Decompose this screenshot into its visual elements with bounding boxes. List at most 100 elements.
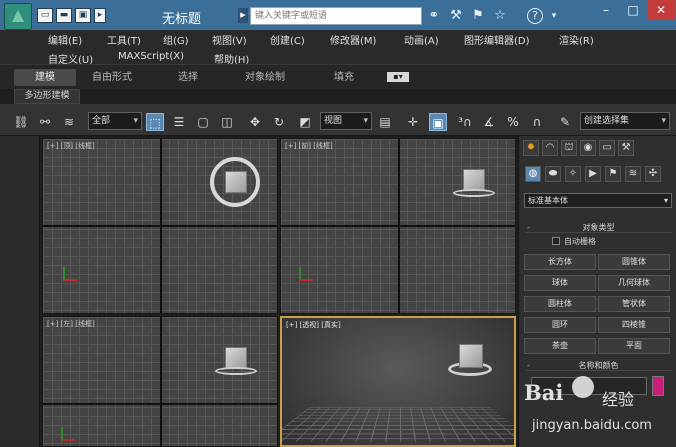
- collapse-icon[interactable]: -: [527, 222, 530, 233]
- geosphere-button[interactable]: 几何球体: [598, 275, 670, 291]
- object-type-rollout[interactable]: - 对象类型: [525, 222, 672, 233]
- menu-group[interactable]: 组(G): [163, 32, 189, 47]
- scale-icon[interactable]: ◩: [296, 113, 314, 131]
- modify-panel-icon[interactable]: ◠: [542, 140, 558, 156]
- bind-space-warp-icon[interactable]: ≋: [60, 113, 78, 131]
- select-by-name-icon[interactable]: ☰: [170, 113, 188, 131]
- wrench-icon[interactable]: ⚒: [447, 8, 465, 24]
- teapot-button[interactable]: 茶壶: [524, 338, 596, 354]
- application-logo-button[interactable]: [4, 3, 32, 30]
- cameras-icon[interactable]: ▶: [585, 166, 601, 182]
- pyramid-button[interactable]: 四棱锥: [598, 317, 670, 333]
- left-side-panel: [0, 136, 40, 447]
- pivot-center-icon[interactable]: ▤: [376, 113, 394, 131]
- tab-object-paint[interactable]: 对象绘制: [245, 69, 285, 86]
- viewport-left-label[interactable]: [+] [左] [线框]: [47, 319, 95, 329]
- snap-toggle-icon[interactable]: ³∩: [456, 113, 474, 131]
- menu-create[interactable]: 创建(C): [270, 32, 305, 47]
- flag-icon[interactable]: ⚑: [469, 8, 487, 24]
- save-file-icon[interactable]: ▣: [75, 8, 91, 23]
- angle-snap-icon[interactable]: ∡: [480, 113, 498, 131]
- close-button[interactable]: ✕: [647, 0, 675, 20]
- tab-modeling[interactable]: 建模: [14, 69, 76, 86]
- rectangular-selection-icon[interactable]: ▢: [194, 113, 212, 131]
- collapse-icon[interactable]: -: [527, 360, 530, 371]
- search-input[interactable]: [250, 7, 422, 25]
- viewport-front-label[interactable]: [+] [前] [线框]: [285, 141, 333, 151]
- percent-snap-icon[interactable]: %: [504, 113, 522, 131]
- autogrid-checkbox[interactable]: 自动栅格: [552, 236, 596, 247]
- motion-panel-icon[interactable]: ◉: [580, 140, 596, 156]
- spinner-snap-icon[interactable]: ∩: [528, 113, 546, 131]
- cylinder-button[interactable]: 圆柱体: [524, 296, 596, 312]
- help-icon[interactable]: ?: [527, 8, 543, 24]
- shapes-icon[interactable]: ⬬: [545, 166, 561, 182]
- sphere-button[interactable]: 球体: [524, 275, 596, 291]
- space-warps-icon[interactable]: ≋: [625, 166, 641, 182]
- tab-freeform[interactable]: 自由形式: [92, 69, 132, 86]
- tab-populate[interactable]: 填充: [334, 69, 354, 86]
- binoculars-icon[interactable]: ⚭: [425, 8, 443, 24]
- edit-named-selection-icon[interactable]: ✎: [556, 113, 574, 131]
- ribbon-options-icon[interactable]: ▪▾: [387, 72, 409, 82]
- viewport-front[interactable]: [+] [前] [线框]: [280, 138, 516, 314]
- scene-box-object[interactable]: [225, 171, 247, 193]
- keyboard-shortcut-override-icon[interactable]: ▣: [429, 113, 447, 131]
- viewport-perspective[interactable]: [+] [透视] [真实]: [280, 316, 516, 447]
- select-manipulate-icon[interactable]: ✛: [404, 113, 422, 131]
- unlink-icon[interactable]: ⚯: [36, 113, 54, 131]
- cone-button[interactable]: 圆锥体: [598, 254, 670, 270]
- menu-rendering[interactable]: 渲染(R): [559, 32, 594, 47]
- hierarchy-panel-icon[interactable]: ⛫: [561, 140, 577, 156]
- maximize-button[interactable]: □: [619, 0, 647, 20]
- new-file-icon[interactable]: ▭: [37, 8, 53, 23]
- checkbox-icon[interactable]: [552, 237, 560, 245]
- menu-views[interactable]: 视图(V): [212, 32, 247, 47]
- named-selection-dropdown[interactable]: 创建选择集 ▾: [580, 112, 670, 130]
- main-toolbar: ⛓ ⚯ ≋ 全部 ▾ ⬚ ☰ ▢ ◫ ✥ ↻ ◩ 视图 ▾ ▤ ✛ ▣ ³∩ ∡…: [0, 109, 676, 136]
- tab-selection[interactable]: 选择: [178, 69, 198, 86]
- menu-tools[interactable]: 工具(T): [107, 32, 141, 47]
- selected-object-ring: [215, 367, 257, 375]
- systems-icon[interactable]: ✣: [645, 166, 661, 182]
- display-panel-icon[interactable]: ▭: [599, 140, 615, 156]
- window-crossing-icon[interactable]: ◫: [218, 113, 236, 131]
- viewport-left[interactable]: [+] [左] [线框]: [42, 316, 278, 447]
- help-dropdown-icon[interactable]: ▾: [545, 8, 563, 24]
- menu-edit[interactable]: 编辑(E): [48, 32, 82, 47]
- favorites-star-icon[interactable]: ☆: [491, 8, 509, 24]
- move-icon[interactable]: ✥: [246, 113, 264, 131]
- viewport-top[interactable]: [+] [顶] [线框]: [42, 138, 278, 314]
- plane-button[interactable]: 平面: [598, 338, 670, 354]
- tube-button[interactable]: 管状体: [598, 296, 670, 312]
- search-expand-icon[interactable]: ▶: [238, 8, 248, 23]
- menu-maxscript[interactable]: MAXScript(X): [118, 51, 184, 62]
- menu-graph-editors[interactable]: 图形编辑器(D): [464, 32, 530, 47]
- name-and-color-rollout[interactable]: - 名称和颜色: [525, 360, 672, 371]
- minimize-button[interactable]: –: [592, 0, 620, 20]
- object-category-dropdown[interactable]: 标准基本体 ▾: [524, 193, 672, 208]
- box-button[interactable]: 长方体: [524, 254, 596, 270]
- quick-access-more-icon[interactable]: ▸: [94, 8, 106, 23]
- menu-modifiers[interactable]: 修改器(M): [330, 32, 376, 47]
- viewport-top-label[interactable]: [+] [顶] [线框]: [47, 141, 95, 151]
- scene-box-object[interactable]: [225, 347, 247, 369]
- create-panel-icon[interactable]: ✹: [523, 140, 539, 156]
- scene-box-object[interactable]: [459, 344, 483, 368]
- scene-box-object[interactable]: [463, 169, 485, 191]
- selection-filter-dropdown[interactable]: 全部 ▾: [88, 112, 142, 130]
- link-icon[interactable]: ⛓: [12, 113, 30, 131]
- lights-icon[interactable]: ✧: [565, 166, 581, 182]
- geometry-icon[interactable]: ◍: [525, 166, 541, 182]
- rotate-icon[interactable]: ↻: [270, 113, 288, 131]
- subtab-polygon-modeling[interactable]: 多边形建模: [14, 89, 80, 104]
- reference-coordinate-dropdown[interactable]: 视图 ▾: [320, 112, 372, 130]
- selection-filter-value: 全部: [92, 116, 111, 126]
- torus-button[interactable]: 圆环: [524, 317, 596, 333]
- open-file-icon[interactable]: ▬: [56, 8, 72, 23]
- utilities-panel-icon[interactable]: ⚒: [618, 140, 634, 156]
- viewport-perspective-label[interactable]: [+] [透视] [真实]: [286, 320, 341, 330]
- helpers-icon[interactable]: ⚑: [605, 166, 621, 182]
- menu-animation[interactable]: 动画(A): [404, 32, 439, 47]
- select-object-icon[interactable]: ⬚: [146, 113, 164, 131]
